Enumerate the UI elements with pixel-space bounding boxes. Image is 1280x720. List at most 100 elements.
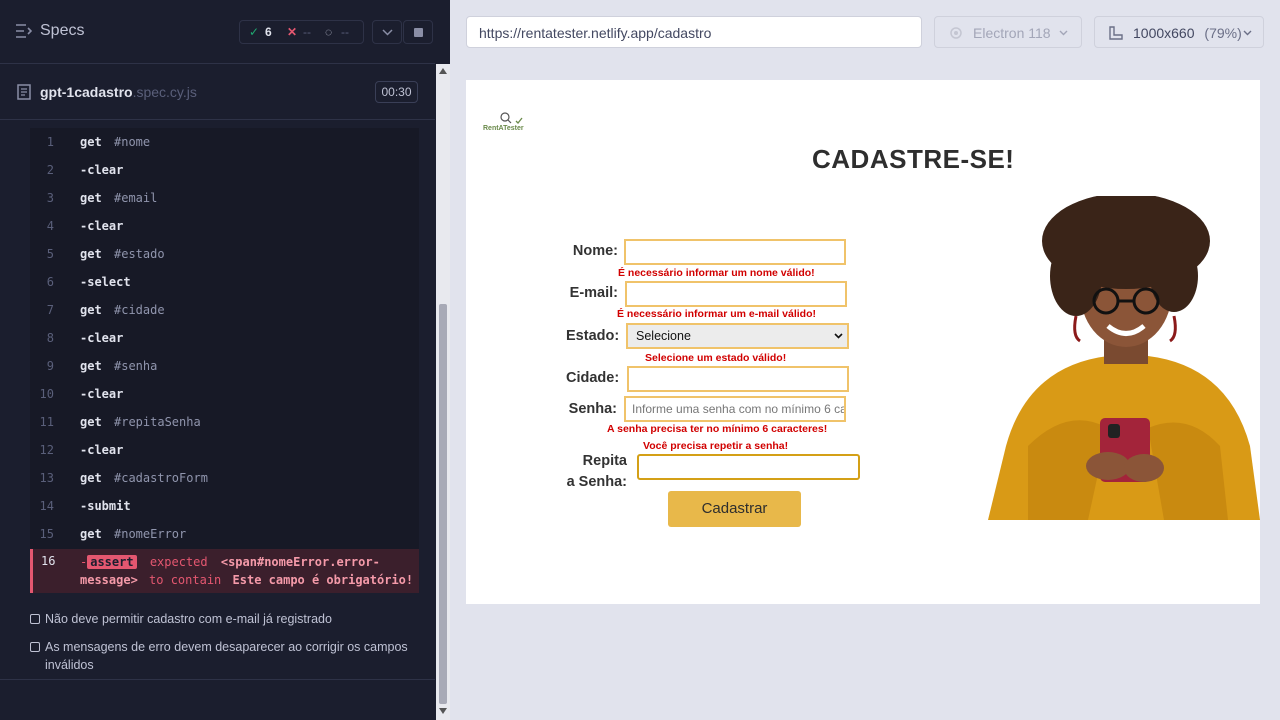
- command-number: 16: [41, 554, 56, 568]
- command-name: get: [80, 359, 102, 373]
- command-row[interactable]: 4 -clear: [30, 212, 419, 240]
- command-number: 5: [46, 247, 54, 261]
- page-title: CADASTRE-SE!: [812, 144, 1015, 174]
- spec-file-name: gpt-1cadastro.spec.cy.js: [40, 84, 197, 100]
- command-number: 10: [39, 387, 54, 401]
- test-title: Não deve permitir cadastro com e-mail já…: [45, 612, 332, 626]
- command-row[interactable]: 11 get #repitaSenha: [30, 408, 419, 436]
- scroll-down-icon[interactable]: [439, 708, 447, 714]
- command-number: 13: [39, 471, 54, 485]
- command-number: 1: [46, 135, 54, 149]
- estado-select[interactable]: Selecione: [626, 323, 849, 349]
- email-label: E-mail:: [569, 285, 618, 301]
- assert-to-contain: to contain: [149, 573, 222, 587]
- stop-icon: [414, 28, 423, 37]
- command-name: -clear: [80, 219, 124, 233]
- failed-count: --: [303, 25, 311, 39]
- chevron-down-icon: [382, 29, 393, 36]
- senha-label: Senha:: [568, 401, 617, 417]
- command-name: get: [80, 191, 102, 205]
- scrollbar[interactable]: [436, 64, 450, 720]
- file-icon: [17, 84, 31, 100]
- command-arg: #senha: [114, 359, 158, 373]
- stop-button[interactable]: [403, 20, 433, 44]
- repita-label: Repita a Senha:: [566, 451, 627, 493]
- command-name: get: [80, 415, 102, 429]
- senha-error: A senha precisa ter no mínimo 6 caracter…: [607, 423, 828, 435]
- bug-icon: [950, 27, 962, 39]
- spec-ext-text: .spec.cy.js: [132, 84, 197, 100]
- specs-label[interactable]: Specs: [40, 22, 84, 40]
- assert-subject-2: message>: [80, 573, 138, 587]
- email-error: É necessário informar um e-mail válido!: [617, 308, 816, 320]
- reporter-header: Specs ✓ 6 ✕ -- ◌ --: [0, 0, 435, 64]
- command-row[interactable]: 15 get #nomeError: [30, 520, 419, 548]
- command-name: get: [80, 135, 102, 149]
- repita-label-line2: a Senha:: [566, 474, 627, 490]
- cadastrar-button[interactable]: Cadastrar: [668, 491, 801, 527]
- command-row[interactable]: 8 -clear: [30, 324, 419, 352]
- command-row[interactable]: 5 get #estado: [30, 240, 419, 268]
- chevron-down-icon: [834, 333, 843, 339]
- email-input[interactable]: [625, 281, 847, 307]
- nome-input[interactable]: [624, 239, 846, 265]
- woman-with-phone-image: [988, 196, 1260, 520]
- command-arg: #cadastroForm: [114, 471, 208, 485]
- command-row[interactable]: 1 get #nome: [30, 128, 419, 156]
- command-row[interactable]: 3 get #email: [30, 184, 419, 212]
- command-number: 3: [46, 191, 54, 205]
- ruler-icon: [1109, 26, 1123, 40]
- senha-placeholder: Informe uma senha com no mínimo 6 caract…: [632, 402, 846, 416]
- command-number: 7: [46, 303, 54, 317]
- test-title: As mensagens de erro devem desaparecer a…: [45, 640, 408, 672]
- command-number: 15: [39, 527, 54, 541]
- command-row[interactable]: 10 -clear: [30, 380, 419, 408]
- command-row[interactable]: 9 get #senha: [30, 352, 419, 380]
- divider: [0, 679, 435, 680]
- command-arg: #cidade: [114, 303, 165, 317]
- scroll-thumb[interactable]: [439, 304, 447, 704]
- cidade-label: Cidade:: [566, 370, 620, 386]
- command-row[interactable]: 14 -submit: [30, 492, 419, 520]
- assert-expected: expected: [149, 555, 208, 569]
- command-number: 14: [39, 499, 54, 513]
- command-arg: #repitaSenha: [114, 415, 201, 429]
- command-number: 12: [39, 443, 54, 457]
- command-number: 6: [46, 275, 54, 289]
- chevron-down-icon: [1243, 30, 1252, 36]
- browser-selector[interactable]: Electron 118: [934, 16, 1082, 48]
- specs-list-icon[interactable]: [16, 24, 32, 38]
- url-bar[interactable]: https://rentatester.netlify.app/cadastro: [466, 16, 922, 48]
- estado-selected: Selecione: [636, 329, 691, 343]
- pending-icon: ◌: [325, 25, 333, 39]
- viewport-size: 1000x660: [1133, 25, 1195, 41]
- test-item[interactable]: As mensagens de erro devem desaparecer a…: [30, 638, 420, 674]
- command-row[interactable]: 6 -select: [30, 268, 419, 296]
- command-name: -clear: [80, 163, 124, 177]
- logo-text: RentATester: [483, 125, 524, 132]
- chevron-down-button[interactable]: [372, 20, 402, 44]
- command-name: -submit: [80, 499, 131, 513]
- command-number: 9: [46, 359, 54, 373]
- command-number: 11: [39, 415, 54, 429]
- command-arg: #email: [114, 191, 158, 205]
- repita-senha-input[interactable]: [637, 454, 860, 480]
- cidade-input[interactable]: [627, 366, 849, 392]
- command-number: 8: [46, 331, 54, 345]
- senha-input[interactable]: Informe uma senha com no mínimo 6 caract…: [624, 396, 846, 422]
- estado-label: Estado:: [566, 328, 620, 344]
- passed-count: 6: [265, 25, 272, 39]
- scroll-up-icon[interactable]: [439, 68, 447, 74]
- test-item[interactable]: Não deve permitir cadastro com e-mail já…: [30, 610, 420, 628]
- viewport-selector[interactable]: 1000x660 (79%): [1094, 16, 1264, 48]
- check-icon: ✓: [249, 25, 260, 39]
- command-row[interactable]: 13 get #cadastroForm: [30, 464, 419, 492]
- failed-assert-command[interactable]: 16 - assert expected <span#nomeError.erro…: [30, 549, 419, 593]
- command-row[interactable]: 12 -clear: [30, 436, 419, 464]
- app-under-test: RentATester CADASTRE-SE! Nome: É necessá…: [466, 80, 1260, 604]
- command-name: -clear: [80, 387, 124, 401]
- command-row[interactable]: 7 get #cidade: [30, 296, 419, 324]
- command-row[interactable]: 2 -clear: [30, 156, 419, 184]
- command-log: 1 get #nome 2 -clear 3 get #email 4 -clear 5 get #es…: [30, 128, 419, 593]
- checkbox-icon: [30, 614, 40, 624]
